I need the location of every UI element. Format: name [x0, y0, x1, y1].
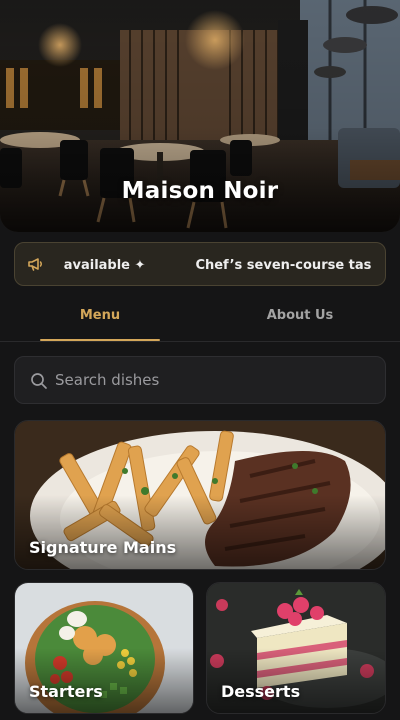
search-box[interactable] [14, 356, 386, 404]
megaphone-icon [28, 258, 42, 271]
hero-banner: Maison Noir [0, 0, 400, 232]
category-label: Signature Mains [29, 538, 177, 557]
tab-menu[interactable]: Menu [0, 300, 200, 342]
category-card-desserts[interactable]: Desserts [206, 582, 386, 714]
tab-bar: Menu About Us [0, 300, 400, 342]
search-input[interactable] [55, 357, 375, 403]
category-label: Starters [29, 682, 103, 701]
announcement-marquee: now available ✦ Chef’s seven-course tas [59, 243, 371, 285]
category-card-starters[interactable]: Starters [14, 582, 194, 714]
divider [0, 341, 400, 342]
restaurant-name: Maison Noir [121, 178, 279, 204]
search-icon [31, 373, 47, 389]
announcement-bar[interactable]: now available ✦ Chef’s seven-course tas [14, 242, 386, 286]
category-label: Desserts [221, 682, 301, 701]
announcement-message: now available ✦ [59, 257, 146, 273]
announcement-message: Chef’s seven-course tas [195, 257, 371, 273]
tab-about-us[interactable]: About Us [200, 300, 400, 342]
category-card-signature-mains[interactable]: Signature Mains [14, 420, 386, 570]
